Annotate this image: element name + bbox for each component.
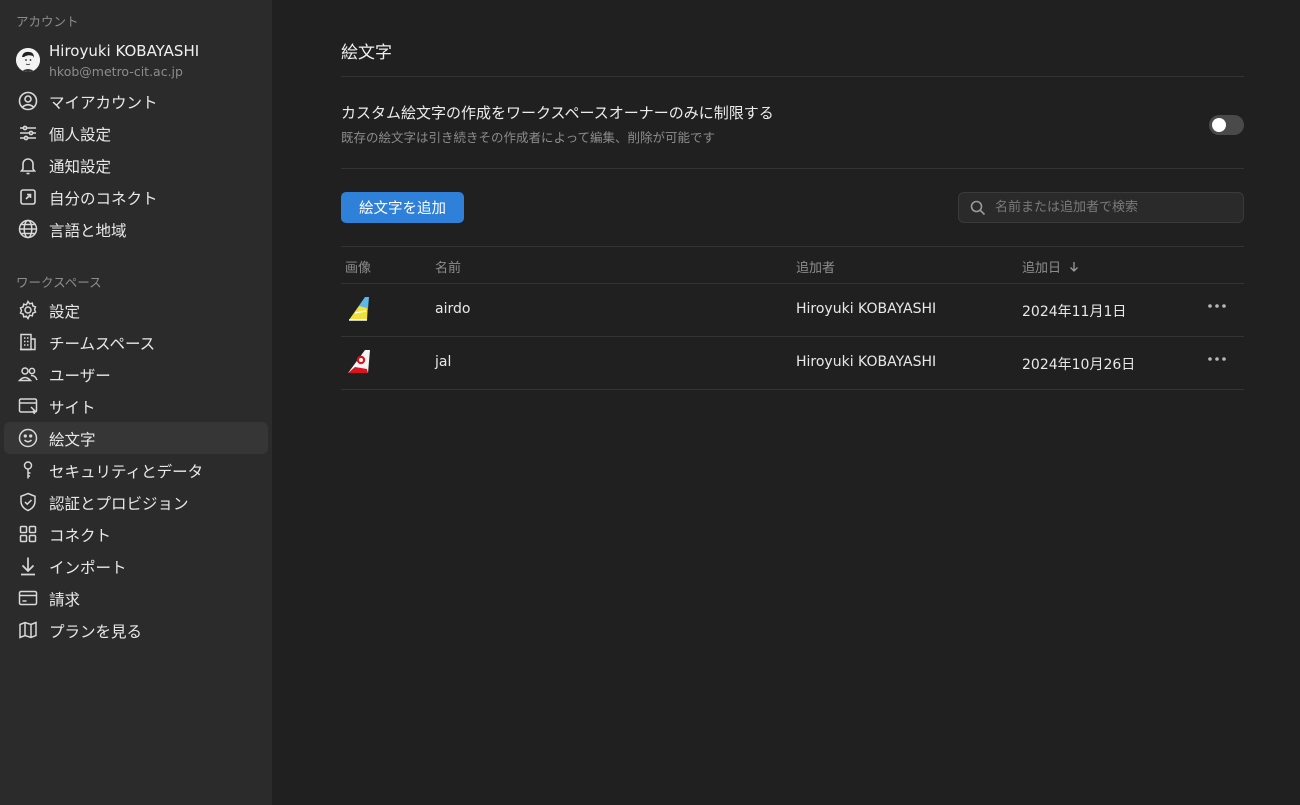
search-icon xyxy=(969,199,987,217)
sidebar-item-language-region[interactable]: 言語と地域 xyxy=(4,213,268,245)
emoji-added-by: Hiroyuki KOBAYASHI xyxy=(796,354,937,370)
emoji-added-on: 2024年10月26日 xyxy=(1022,357,1136,373)
external-link-icon xyxy=(17,186,39,208)
sidebar-item-teamspaces[interactable]: チームスペース xyxy=(4,326,268,358)
users-icon xyxy=(17,363,39,385)
divider xyxy=(341,389,1244,390)
restrict-emoji-toggle[interactable] xyxy=(1209,115,1244,135)
sidebar-item-notifications[interactable]: 通知設定 xyxy=(4,149,268,181)
emoji-added-by: Hiroyuki KOBAYASHI xyxy=(796,301,937,317)
sidebar-item-settings[interactable]: 設定 xyxy=(4,294,268,326)
table-row[interactable]: jal Hiroyuki KOBAYASHI 2024年10月26日 xyxy=(341,337,1244,389)
sidebar-item-label: 自分のコネクト xyxy=(49,190,158,208)
sidebar-item-label: 通知設定 xyxy=(49,158,112,176)
sidebar-item-label: 設定 xyxy=(49,303,81,321)
column-header-added-on[interactable]: 追加日 xyxy=(1022,257,1061,276)
emoji-name: jal xyxy=(435,354,452,370)
page-title: 絵文字 xyxy=(341,43,392,63)
toggle-knob xyxy=(1212,118,1226,132)
divider xyxy=(341,168,1244,169)
table-row[interactable]: airdo Hiroyuki KOBAYASHI 2024年11月1日 xyxy=(341,284,1244,336)
account-summary[interactable]: Hiroyuki KOBAYASHI hkob@metro-cit.ac.jp xyxy=(16,42,266,82)
sidebar-item-connections[interactable]: コネクト xyxy=(4,518,268,550)
workspace-section-label: ワークスペース xyxy=(16,275,102,290)
sidebar-item-preferences[interactable]: 個人設定 xyxy=(4,117,268,149)
sidebar-item-label: 言語と地域 xyxy=(49,222,127,240)
building-icon xyxy=(17,331,39,353)
sidebar-item-import[interactable]: インポート xyxy=(4,550,268,582)
sidebar-item-label: コネクト xyxy=(49,527,112,545)
account-email: hkob@metro-cit.ac.jp xyxy=(49,64,183,79)
restrict-setting-title: カスタム絵文字の作成をワークスペースオーナーのみに制限する xyxy=(341,104,774,122)
sidebar-item-auth-provisioning[interactable]: 認証とプロビジョン xyxy=(4,486,268,518)
globe-icon xyxy=(17,218,39,240)
sidebar-item-label: プランを見る xyxy=(49,623,143,641)
sidebar-item-my-account[interactable]: マイアカウント xyxy=(4,85,268,117)
sidebar-item-sites[interactable]: サイト xyxy=(4,390,268,422)
sidebar-item-label: ユーザー xyxy=(49,367,111,385)
jal-tail-icon xyxy=(345,347,373,375)
search-box xyxy=(958,192,1244,223)
sidebar-item-my-connections[interactable]: 自分のコネクト xyxy=(4,181,268,213)
divider xyxy=(341,246,1244,247)
user-circle-icon xyxy=(17,90,39,112)
sidebar-item-label: セキュリティとデータ xyxy=(49,463,204,481)
smiley-icon xyxy=(17,427,39,449)
column-header-name[interactable]: 名前 xyxy=(435,257,461,276)
avatar xyxy=(16,48,40,72)
sidebar-item-billing[interactable]: 請求 xyxy=(4,582,268,614)
sidebar-item-emoji[interactable]: 絵文字 xyxy=(4,422,268,454)
sidebar-item-label: 認証とプロビジョン xyxy=(49,495,189,513)
main-content: 絵文字 カスタム絵文字の作成をワークスペースオーナーのみに制限する 既存の絵文字… xyxy=(272,0,1300,805)
sidebar-item-users[interactable]: ユーザー xyxy=(4,358,268,390)
search-input[interactable] xyxy=(995,193,1235,222)
column-header-added-by[interactable]: 追加者 xyxy=(796,257,835,276)
map-icon xyxy=(17,619,39,641)
sidebar-item-security-data[interactable]: セキュリティとデータ xyxy=(4,454,268,486)
airdo-tail-icon xyxy=(345,294,373,322)
sidebar-item-label: 請求 xyxy=(49,591,81,609)
key-icon xyxy=(17,459,39,481)
column-header-image: 画像 xyxy=(345,261,372,276)
sidebar-item-view-plans[interactable]: プランを見る xyxy=(4,614,268,646)
emoji-name: airdo xyxy=(435,301,471,317)
grid-icon xyxy=(17,523,39,545)
sidebar-item-label: 絵文字 xyxy=(49,431,96,449)
divider xyxy=(341,76,1244,77)
sidebar-item-label: 個人設定 xyxy=(49,126,112,144)
sliders-icon xyxy=(17,122,39,144)
account-name: Hiroyuki KOBAYASHI xyxy=(49,42,200,60)
bell-icon xyxy=(17,154,39,176)
sidebar-item-label: サイト xyxy=(49,399,96,417)
account-section-label: アカウント xyxy=(16,14,79,29)
emoji-added-on: 2024年11月1日 xyxy=(1022,304,1127,320)
sidebar-item-label: チームスペース xyxy=(49,335,156,353)
sidebar: アカウント Hiroyuki KOBAYASHI hkob@metro-cit.… xyxy=(0,0,272,805)
restrict-setting-description: 既存の絵文字は引き続きその作成者によって編集、削除が可能です xyxy=(341,130,716,145)
browser-icon xyxy=(17,395,39,417)
arrow-down-icon[interactable] xyxy=(1068,259,1080,273)
arrow-down-icon xyxy=(17,555,39,577)
more-options-icon[interactable] xyxy=(1205,349,1229,369)
sidebar-item-label: マイアカウント xyxy=(49,94,158,112)
gear-icon xyxy=(17,299,39,321)
more-options-icon[interactable] xyxy=(1205,296,1229,316)
add-emoji-button[interactable]: 絵文字を追加 xyxy=(341,192,464,223)
credit-card-icon xyxy=(17,587,39,609)
shield-check-icon xyxy=(17,491,39,513)
sidebar-item-label: インポート xyxy=(49,559,127,577)
